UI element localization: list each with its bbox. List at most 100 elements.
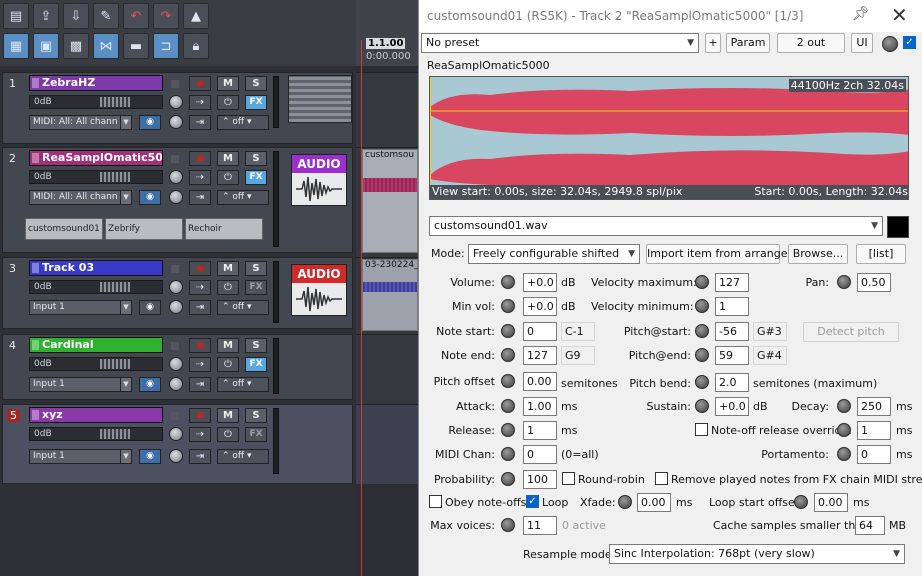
mute-button[interactable]: M [217, 408, 239, 423]
mode-select[interactable]: Freely configurable shifted ▼ [468, 244, 640, 264]
detect-pitch-button[interactable]: Detect pitch [803, 322, 899, 342]
sustain-field[interactable]: +0.0 [715, 397, 749, 416]
track-4[interactable]: 4 Cardinal M S 0dB ⇢ ⏻ FX Input 1 ▼ ◉ ⇥ … [2, 334, 353, 400]
bypass-checkbox[interactable]: ✓ [903, 36, 916, 49]
fx-button[interactable]: FX [245, 357, 267, 372]
input-select[interactable]: MIDI: All: All chann [29, 115, 131, 130]
pan-knob[interactable] [169, 170, 183, 184]
pitch-bend-knob[interactable] [695, 375, 709, 389]
midi-chan-field[interactable]: 0 [523, 445, 557, 464]
input-select[interactable]: Input 1 [29, 449, 131, 464]
solo-button[interactable]: S [245, 408, 267, 423]
io-icon[interactable]: ⇥ [189, 300, 211, 315]
note-off-override-checkbox[interactable] [695, 423, 708, 436]
fx-button[interactable]: FX [245, 280, 267, 295]
record-arm-button[interactable] [189, 408, 211, 423]
power-icon[interactable]: ⏻ [217, 280, 239, 295]
route-icon[interactable]: ⇢ [189, 427, 211, 442]
mute-button[interactable]: M [217, 76, 239, 91]
pitch-offset-knob[interactable] [501, 374, 515, 388]
play-cursor[interactable] [361, 40, 362, 576]
width-knob[interactable] [169, 115, 183, 129]
pan-knob[interactable] [169, 427, 183, 441]
attack-knob[interactable] [501, 399, 515, 413]
note-off-field[interactable]: 1 [857, 421, 891, 440]
pan-knob[interactable] [837, 275, 851, 289]
fx-slot[interactable]: Zebrify [105, 218, 183, 240]
track-name[interactable]: ReaSamplOmatic5000 [29, 150, 163, 166]
redo-icon[interactable]: ↷ [153, 3, 179, 29]
close-icon[interactable]: ✕ [891, 3, 908, 27]
input-select[interactable]: Input 1 [29, 377, 131, 392]
wet-knob[interactable] [882, 36, 898, 52]
resample-select[interactable]: Sinc Interpolation: 768pt (very slow) ▼ [609, 544, 905, 564]
solo-button[interactable]: S [245, 151, 267, 166]
snap-icon[interactable]: ▣ [33, 33, 59, 59]
automation-mode[interactable]: ⌃ off ▾ [217, 115, 269, 130]
obey-note-offs-checkbox[interactable] [429, 495, 442, 508]
phase-icon[interactable] [171, 342, 179, 350]
fx-button[interactable]: FX [245, 427, 267, 442]
width-knob[interactable] [169, 449, 183, 463]
release-field[interactable]: 1 [523, 421, 557, 440]
chevron-down-icon[interactable]: ▼ [120, 377, 132, 392]
monitor-icon[interactable]: ◉ [139, 300, 161, 315]
envelope-icon[interactable]: ⋈ [93, 33, 119, 59]
attack-field[interactable]: 1.00 [523, 397, 557, 416]
pan-knob[interactable] [169, 357, 183, 371]
fx-slot[interactable]: Rechoir [185, 218, 263, 240]
probability-field[interactable]: 100 [523, 470, 557, 489]
io-icon[interactable]: ⇥ [189, 377, 211, 392]
pitch-end-knob[interactable] [695, 348, 709, 362]
param-button[interactable]: Param [726, 33, 770, 53]
record-arm-button[interactable] [189, 76, 211, 91]
decay-field[interactable]: 250 [857, 397, 891, 416]
track-lane[interactable]: customsou [356, 147, 418, 257]
probability-knob[interactable] [501, 472, 515, 486]
wrench-icon[interactable]: ✎ [93, 3, 119, 29]
volume-fader[interactable]: 0dB [29, 280, 163, 294]
grid-icon[interactable]: ▦ [3, 33, 29, 59]
track-1[interactable]: 1 ZebraHZ M S 0dB ⇢ ⏻ FX MIDI: All: All … [2, 72, 353, 144]
record-arm-button[interactable] [189, 151, 211, 166]
waveform-display[interactable]: 44100Hz 2ch 32.04s View start: 0.00s, si… [429, 76, 909, 200]
metronome-icon[interactable]: ▲ [183, 3, 209, 29]
velocity-max-knob[interactable] [695, 275, 709, 289]
volume-fader[interactable]: 0dB [29, 95, 163, 109]
track-name[interactable]: Cardinal [29, 337, 163, 353]
note-end-field[interactable]: 127 [523, 346, 557, 365]
width-knob[interactable] [169, 377, 183, 391]
ripple-icon[interactable]: ▬ [123, 33, 149, 59]
volume-field[interactable]: +0.0 [523, 273, 557, 292]
automation-mode[interactable]: ⌃ off ▾ [217, 190, 269, 205]
route-icon[interactable]: ⇢ [189, 170, 211, 185]
route-icon[interactable]: ⇢ [189, 280, 211, 295]
monitor-icon[interactable]: ◉ [139, 449, 161, 464]
pitch-end-field[interactable]: 59 [715, 346, 749, 365]
chevron-down-icon[interactable]: ▼ [120, 449, 132, 464]
pan-knob[interactable] [169, 95, 183, 109]
note-off-knob[interactable] [837, 423, 851, 437]
track-name[interactable]: Track 03 [29, 260, 163, 276]
phase-icon[interactable] [171, 265, 179, 273]
arrange-view[interactable]: 1.1.00 0:00.000 customsou 03-230224_0 [356, 0, 424, 576]
pitch-offset-field[interactable]: 0.00 [523, 372, 557, 391]
loop-checkbox[interactable]: ✓ [526, 495, 539, 508]
monitor-icon[interactable]: ◉ [139, 115, 161, 130]
loop-icon[interactable]: ⊐ [153, 33, 179, 59]
mute-button[interactable]: M [217, 151, 239, 166]
chevron-down-icon[interactable]: ▼ [120, 190, 132, 205]
render-icon[interactable]: ⇩ [63, 3, 89, 29]
max-voices-knob[interactable] [501, 518, 515, 532]
solo-button[interactable]: S [245, 338, 267, 353]
min-vol-field[interactable]: +0.0 [523, 297, 557, 316]
fx-button[interactable]: FX [245, 170, 267, 185]
input-select[interactable]: MIDI: All: All chann [29, 190, 131, 205]
note-end-knob[interactable] [501, 348, 515, 362]
note-start-knob[interactable] [501, 324, 515, 338]
power-icon[interactable]: ⏻ [217, 427, 239, 442]
record-arm-button[interactable] [189, 261, 211, 276]
portamento-field[interactable]: 0 [857, 445, 891, 464]
solo-button[interactable]: S [245, 261, 267, 276]
solo-button[interactable]: S [245, 76, 267, 91]
